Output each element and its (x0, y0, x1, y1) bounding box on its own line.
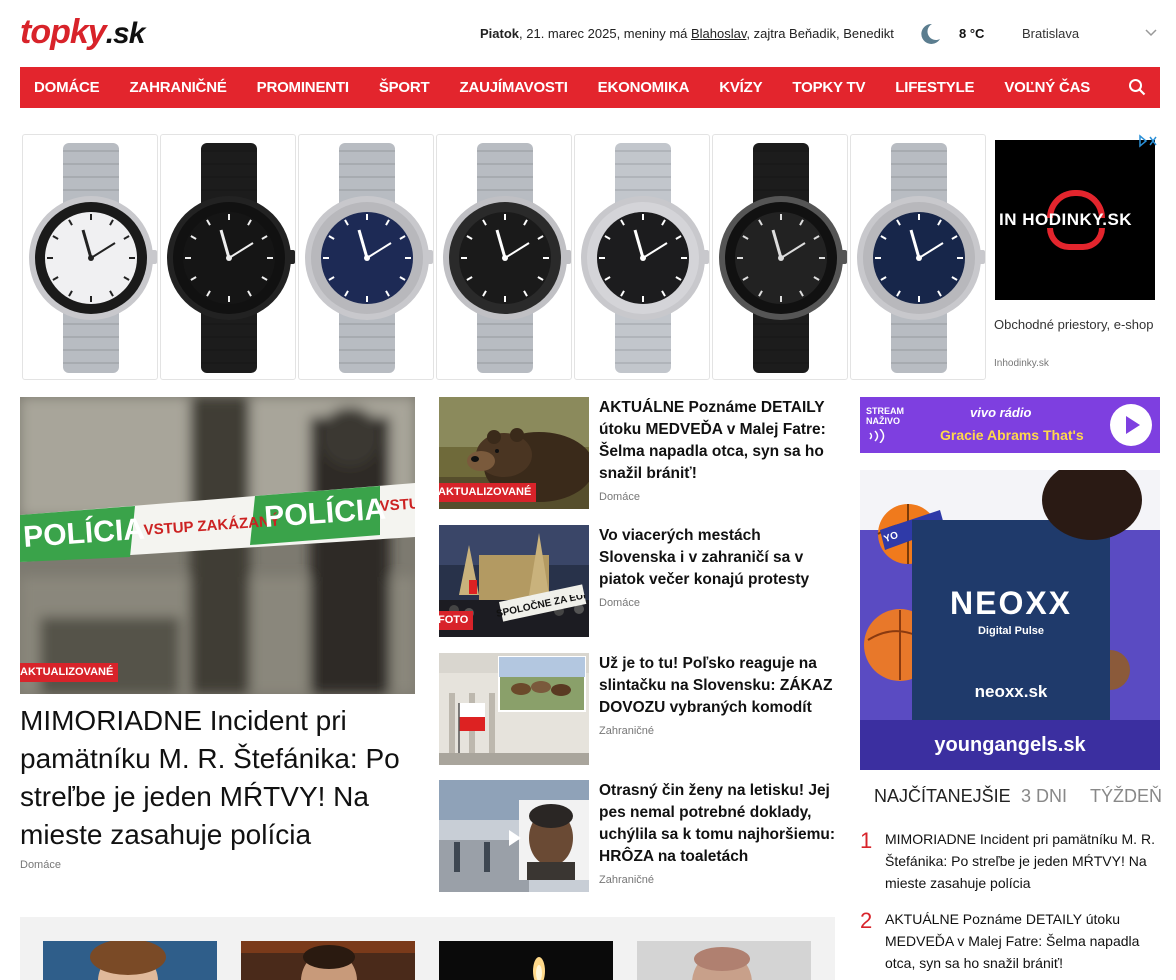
most-read-tabs: NAJČÍTANEJŠIE 3 DNI TÝŽDEŇ (860, 786, 1162, 810)
chevron-down-icon[interactable] (1145, 28, 1157, 38)
watch-product[interactable] (436, 134, 572, 380)
main-article-title[interactable]: MIMORIADNE Incident pri pamätníku M. R. … (20, 702, 420, 854)
main-article-image[interactable]: POLÍCIA VSTUP ZAKÁZANÝ POLÍCIA VSTUP AKT… (20, 397, 415, 694)
nav-item-domace[interactable]: DOMÁCE (34, 79, 100, 96)
article-title[interactable]: AKTUÁLNE Poznáme DETAILY útoku MEDVEĎA v… (599, 397, 835, 485)
nameday-link[interactable]: Blahoslav (691, 26, 746, 41)
radio-song-title: Gracie Abrams That's (940, 427, 1084, 443)
ad-description[interactable]: Obchodné priestory, e-shop (994, 316, 1158, 334)
bottom-thumbnail[interactable] (439, 941, 613, 980)
bottom-thumbnail[interactable] (637, 941, 811, 980)
ad-brand-logo[interactable]: IN HODINKY.SK (995, 140, 1155, 300)
watch-advertisement[interactable]: IN HODINKY.SK Obchodné priestory, e-shop… (22, 134, 1158, 380)
watch-image (443, 143, 571, 373)
article-item-bear[interactable]: AKTUALIZOVANÉ AKTUÁLNE Poznáme DETAILY ú… (439, 397, 839, 509)
rank-number: 2 (860, 908, 873, 933)
article-category[interactable]: Zahraničné (599, 725, 654, 737)
nav-item-volny-cas[interactable]: VOĽNÝ ČAS (1004, 79, 1090, 96)
tab-most-read[interactable]: NAJČÍTANEJŠIE (874, 786, 1011, 807)
article-title[interactable]: Už je to tu! Poľsko reaguje na slintačku… (599, 653, 835, 719)
poland-building-photo (439, 653, 589, 765)
date-nameday-info: Piatok, 21. marec 2025, meniny má Blahos… (480, 26, 894, 41)
protest-sign-text: SPOLOČNE ZA EURÓPU (495, 595, 585, 620)
article-title[interactable]: Vo viacerých mestách Slovenska i v zahra… (599, 525, 835, 591)
nav-item-kvizy[interactable]: KVÍZY (719, 79, 762, 96)
article-title[interactable]: Otrasný čin ženy na letisku! Jej pes nem… (599, 780, 835, 868)
ad-source: Inhodinky.sk (994, 358, 1049, 369)
site-logo[interactable]: topky.sk (20, 12, 145, 54)
nav-item-sport[interactable]: ŠPORT (379, 79, 430, 96)
rank-number: 1 (860, 828, 873, 853)
weather-city[interactable]: Bratislava (1022, 26, 1079, 41)
most-read-item[interactable]: 1 MIMORIADNE Incident pri pamätníku M. R… (860, 828, 1160, 894)
nav-item-lifestyle[interactable]: LIFESTYLE (895, 79, 974, 96)
moon-weather-icon (921, 23, 940, 44)
search-icon[interactable] (1128, 78, 1146, 96)
nav-item-zahranicne[interactable]: ZAHRANIČNÉ (129, 79, 226, 96)
bottom-thumbnail[interactable] (241, 941, 415, 980)
svg-text:VSTUP: VSTUP (379, 495, 415, 515)
top-bar: topky.sk Piatok, 21. marec 2025, meniny … (0, 0, 1176, 66)
article-item-poland[interactable]: Už je to tu! Poľsko reaguje na slintačku… (439, 653, 839, 765)
updated-badge: AKTUALIZOVANÉ (20, 663, 119, 682)
radio-station-logo: vivo rádio (970, 405, 1032, 420)
article-thumbnail[interactable] (439, 780, 589, 892)
temperature: 8 °C (959, 26, 985, 41)
watch-image (29, 143, 157, 373)
article-item-airport[interactable]: Otrasný čin ženy na letisku! Jej pes nem… (439, 780, 839, 892)
watch-product[interactable] (712, 134, 848, 380)
most-read-item[interactable]: 2 AKTUÁLNE Poznáme DETAILY útoku MEDVEĎA… (860, 908, 1160, 974)
watch-image (581, 143, 709, 373)
neoxx-tagline: Digital Pulse (977, 625, 1045, 637)
main-navigation: DOMÁCE ZAHRANIČNÉ PROMINENTI ŠPORT ZAUJÍ… (20, 67, 1160, 108)
neoxx-footer-url: youngangels.sk (934, 734, 1086, 756)
photo-badge: FOTO (439, 611, 474, 630)
watch-image (719, 143, 847, 373)
watch-image (305, 143, 433, 373)
watch-product[interactable] (850, 134, 986, 380)
police-tape-image: POLÍCIA VSTUP ZAKÁZANÝ POLÍCIA VSTUP (20, 397, 415, 694)
bottom-article-strip (20, 917, 835, 980)
watch-product[interactable] (574, 134, 710, 380)
most-read-title[interactable]: AKTUÁLNE Poznáme DETAILY útoku MEDVEĎA v… (885, 908, 1161, 974)
stream-live-label: STREAM NAŽIVO (866, 406, 904, 426)
neoxx-ad[interactable]: NEOXX Digital Pulse neoxx.sk youngangels… (860, 470, 1160, 770)
article-thumbnail[interactable]: AKTUALIZOVANÉ (439, 397, 589, 509)
neoxx-url: neoxx.sk (974, 682, 1048, 701)
watch-product[interactable] (160, 134, 296, 380)
nav-item-prominenti[interactable]: PROMINENTI (257, 79, 349, 96)
tab-week[interactable]: TÝŽDEŇ (1090, 786, 1162, 807)
airport-photo (439, 780, 589, 892)
nav-item-zaujimavosti[interactable]: ZAUJÍMAVOSTI (460, 79, 568, 96)
ad-brand-text: IN HODINKY.SK (999, 210, 1133, 229)
nav-item-ekonomika[interactable]: EKONOMIKA (598, 79, 690, 96)
watch-image (167, 143, 295, 373)
article-category[interactable]: Domáce (599, 597, 640, 609)
bottom-thumbnail[interactable] (43, 941, 217, 980)
adchoices-icon[interactable] (1138, 134, 1158, 148)
article-category[interactable]: Zahraničné (599, 874, 654, 886)
article-thumbnail[interactable] (439, 653, 589, 765)
watch-product[interactable] (22, 134, 158, 380)
watch-product-strip (22, 134, 988, 380)
play-button[interactable] (1110, 404, 1152, 446)
most-read-title[interactable]: MIMORIADNE Incident pri pamätníku M. R. … (885, 828, 1161, 894)
day-name: Piatok (480, 26, 520, 41)
sound-wave-icon (869, 429, 885, 443)
radio-stream-ad[interactable]: STREAM NAŽIVO vivo rádio Gracie Abrams T… (860, 397, 1160, 453)
watch-image (857, 143, 985, 373)
nav-item-topky-tv[interactable]: TOPKY TV (792, 79, 865, 96)
article-item-protests[interactable]: SPOLOČNE ZA EURÓPU FOTO Vo viacerých mes… (439, 525, 839, 637)
article-category[interactable]: Domáce (599, 491, 640, 503)
main-article-category[interactable]: Domáce (20, 859, 61, 871)
article-thumbnail[interactable]: SPOLOČNE ZA EURÓPU FOTO (439, 525, 589, 637)
updated-badge: AKTUALIZOVANÉ (439, 483, 537, 502)
tab-3-days[interactable]: 3 DNI (1021, 786, 1067, 807)
watch-product[interactable] (298, 134, 434, 380)
neoxx-brand: NEOXX (949, 585, 1073, 621)
